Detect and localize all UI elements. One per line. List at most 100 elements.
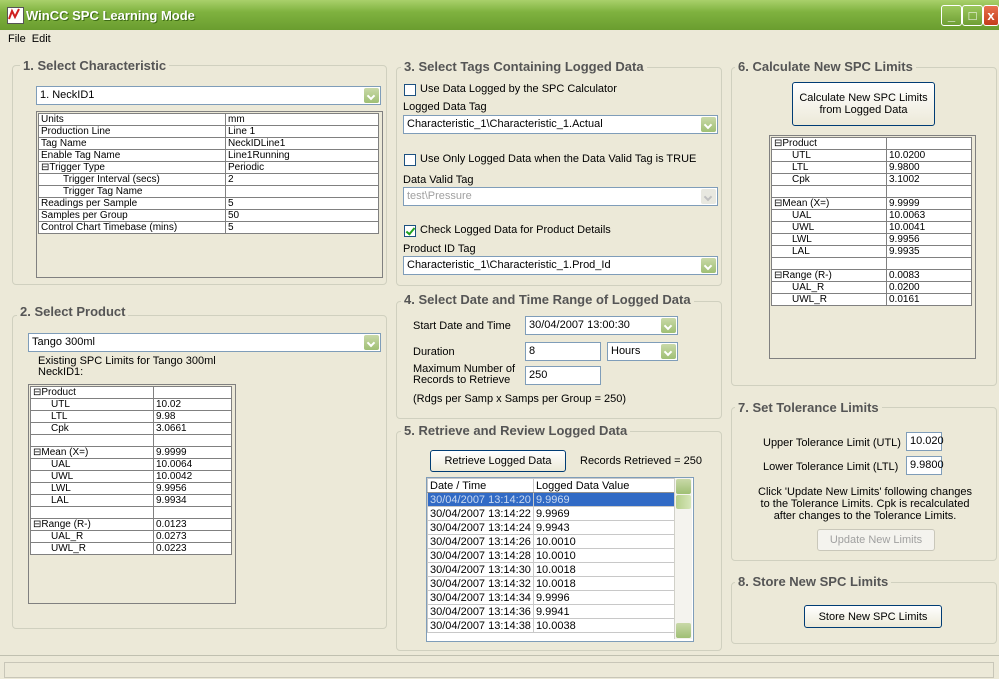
chevron-down-icon[interactable] [701,258,716,273]
property-row: Enable Tag Name Line1Running [38,149,379,162]
logged-data-tag-select[interactable]: Characteristic_1\Characteristic_1.Actual [403,115,718,134]
chevron-down-icon[interactable] [701,117,716,132]
check-product-checkbox[interactable] [404,225,416,237]
minimize-button[interactable]: _ [941,5,962,26]
property-value: 0.0200 [886,281,972,294]
property-row: Cpk 3.0661 [30,422,232,435]
property-label [771,185,887,198]
chevron-down-icon[interactable] [364,88,379,103]
duration-unit-select[interactable]: Hours [607,342,678,361]
property-value: 10.0064 [153,458,232,471]
use-valid-tag-checkbox[interactable] [404,154,416,166]
status-bar [0,655,999,679]
chevron-down-icon[interactable] [661,318,676,333]
valid-tag-label: Data Valid Tag [403,174,474,186]
utl-input[interactable]: 10.020 [906,432,944,451]
chevron-down-icon [701,189,716,204]
characteristic-properties-table: Units mm Production Line Line 1 Tag Name Neck… [38,113,379,234]
row-date: 30/04/2007 13:14:34 [427,590,534,605]
scroll-down-icon[interactable] [676,623,691,638]
property-value: 3.0661 [153,422,232,435]
logged-tag-label: Logged Data Tag [403,101,487,113]
property-value: 10.0200 [886,149,972,162]
property-label: UAL_R [771,281,887,294]
logged-data-scrollbar[interactable] [674,478,692,639]
utl-label: Upper Tolerance Limit (UTL) [763,437,901,449]
property-row: Trigger Tag Name [38,185,379,198]
grid-header-row: Date / Time Logged Data Value [427,478,676,493]
section-1-title: 1. Select Characteristic [20,58,170,73]
row-value: 10.0018 [532,562,676,577]
use-spc-data-checkbox[interactable] [404,84,416,96]
column-header-value[interactable]: Logged Data Value [532,478,676,493]
property-row: Control Chart Timebase (mins) 5 [38,221,379,234]
duration-unit-value: Hours [611,345,641,357]
max-records-label-2: Records to Retrieve [413,374,511,386]
property-row: UWL_R 0.0223 [30,542,232,555]
duration-input[interactable]: 8 [525,342,601,361]
section-3-title: 3. Select Tags Containing Logged Data [401,59,647,74]
table-row[interactable]: 30/04/2007 13:14:24 9.9943 [427,520,676,535]
calculate-new-limits-button[interactable]: Calculate New SPC Limits from Logged Dat… [792,82,935,126]
characteristic-value: 1. NeckID1 [40,89,95,101]
table-row[interactable]: 30/04/2007 13:14:36 9.9941 [427,604,676,619]
row-value: 9.9969 [532,506,676,521]
product-id-tag-select[interactable]: Characteristic_1\Characteristic_1.Prod_I… [403,256,718,275]
menu-file[interactable]: File [8,33,26,45]
property-row: Units mm [38,113,379,126]
column-header-date[interactable]: Date / Time [427,478,534,493]
start-date-value: 30/04/2007 13:00:30 [529,319,630,331]
update-new-limits-button[interactable]: Update New Limits [817,529,935,551]
property-value: 0.0273 [153,530,232,543]
property-row: ⊟Mean (X=) 9.9999 [30,446,232,459]
table-row[interactable]: 30/04/2007 13:14:34 9.9996 [427,590,676,605]
menu-edit[interactable]: Edit [32,33,51,45]
retrieve-logged-data-button[interactable]: Retrieve Logged Data [430,450,566,472]
table-row[interactable]: 30/04/2007 13:14:32 10.0018 [427,576,676,591]
property-value: 0.0161 [886,293,972,306]
table-row[interactable]: 30/04/2007 13:14:22 9.9969 [427,506,676,521]
chevron-down-icon[interactable] [661,344,676,359]
property-row: ⊟Range (R-) 0.0123 [30,518,232,531]
start-date-label: Start Date and Time [413,320,511,332]
check-product-label: Check Logged Data for Product Details [420,224,611,236]
section-2-title: 2. Select Product [17,304,129,319]
product-id-value: Characteristic_1\Characteristic_1.Prod_I… [407,259,611,271]
property-label: Trigger Tag Name [38,185,226,198]
property-label: LWL [771,233,887,246]
data-valid-tag-select[interactable]: test\Pressure [403,187,718,206]
table-row[interactable]: 30/04/2007 13:14:26 10.0010 [427,534,676,549]
property-row: UAL_R 0.0200 [771,281,972,294]
minimize-icon: _ [947,8,956,23]
maximize-button[interactable]: □ [962,5,983,26]
characteristic-select[interactable]: 1. NeckID1 [36,86,381,105]
row-date: 30/04/2007 13:14:36 [427,604,534,619]
store-new-limits-button[interactable]: Store New SPC Limits [804,605,942,628]
table-row[interactable]: 30/04/2007 13:14:38 10.0038 [427,618,676,633]
close-button[interactable]: x [983,5,999,26]
table-row[interactable]: 30/04/2007 13:14:28 10.0010 [427,548,676,563]
start-date-picker[interactable]: 30/04/2007 13:00:30 [525,316,678,335]
property-row: UAL_R 0.0273 [30,530,232,543]
property-label: Enable Tag Name [38,149,226,162]
property-value: 0.0223 [153,542,232,555]
property-value: 9.9935 [886,245,972,258]
table-row[interactable]: 30/04/2007 13:14:20 9.9969 [427,492,676,507]
scroll-up-icon[interactable] [676,479,691,494]
scroll-thumb[interactable] [676,495,691,509]
tolerance-note-2: to the Tolerance Limits. Cpk is recalcul… [760,498,970,510]
property-value: Line 1 [225,125,379,138]
property-value: 9.9800 [886,161,972,174]
property-value: 10.0041 [886,221,972,234]
existing-limits-table: ⊟Product UTL 10.02 LTL 9.98 Cpk 3.0661 ⊟Mean (X… [30,386,232,555]
ltl-input[interactable]: 9.9800 [906,456,944,475]
property-label: UTL [771,149,887,162]
max-records-input[interactable]: 250 [525,366,601,385]
property-value [153,506,232,519]
retrieve-button-label: Retrieve Logged Data [444,455,552,467]
chevron-down-icon[interactable] [364,335,379,350]
product-select[interactable]: Tango 300ml [28,333,381,352]
table-row[interactable]: 30/04/2007 13:14:30 10.0018 [427,562,676,577]
property-label: Trigger Interval (secs) [38,173,226,186]
row-date: 30/04/2007 13:14:20 [427,492,534,507]
